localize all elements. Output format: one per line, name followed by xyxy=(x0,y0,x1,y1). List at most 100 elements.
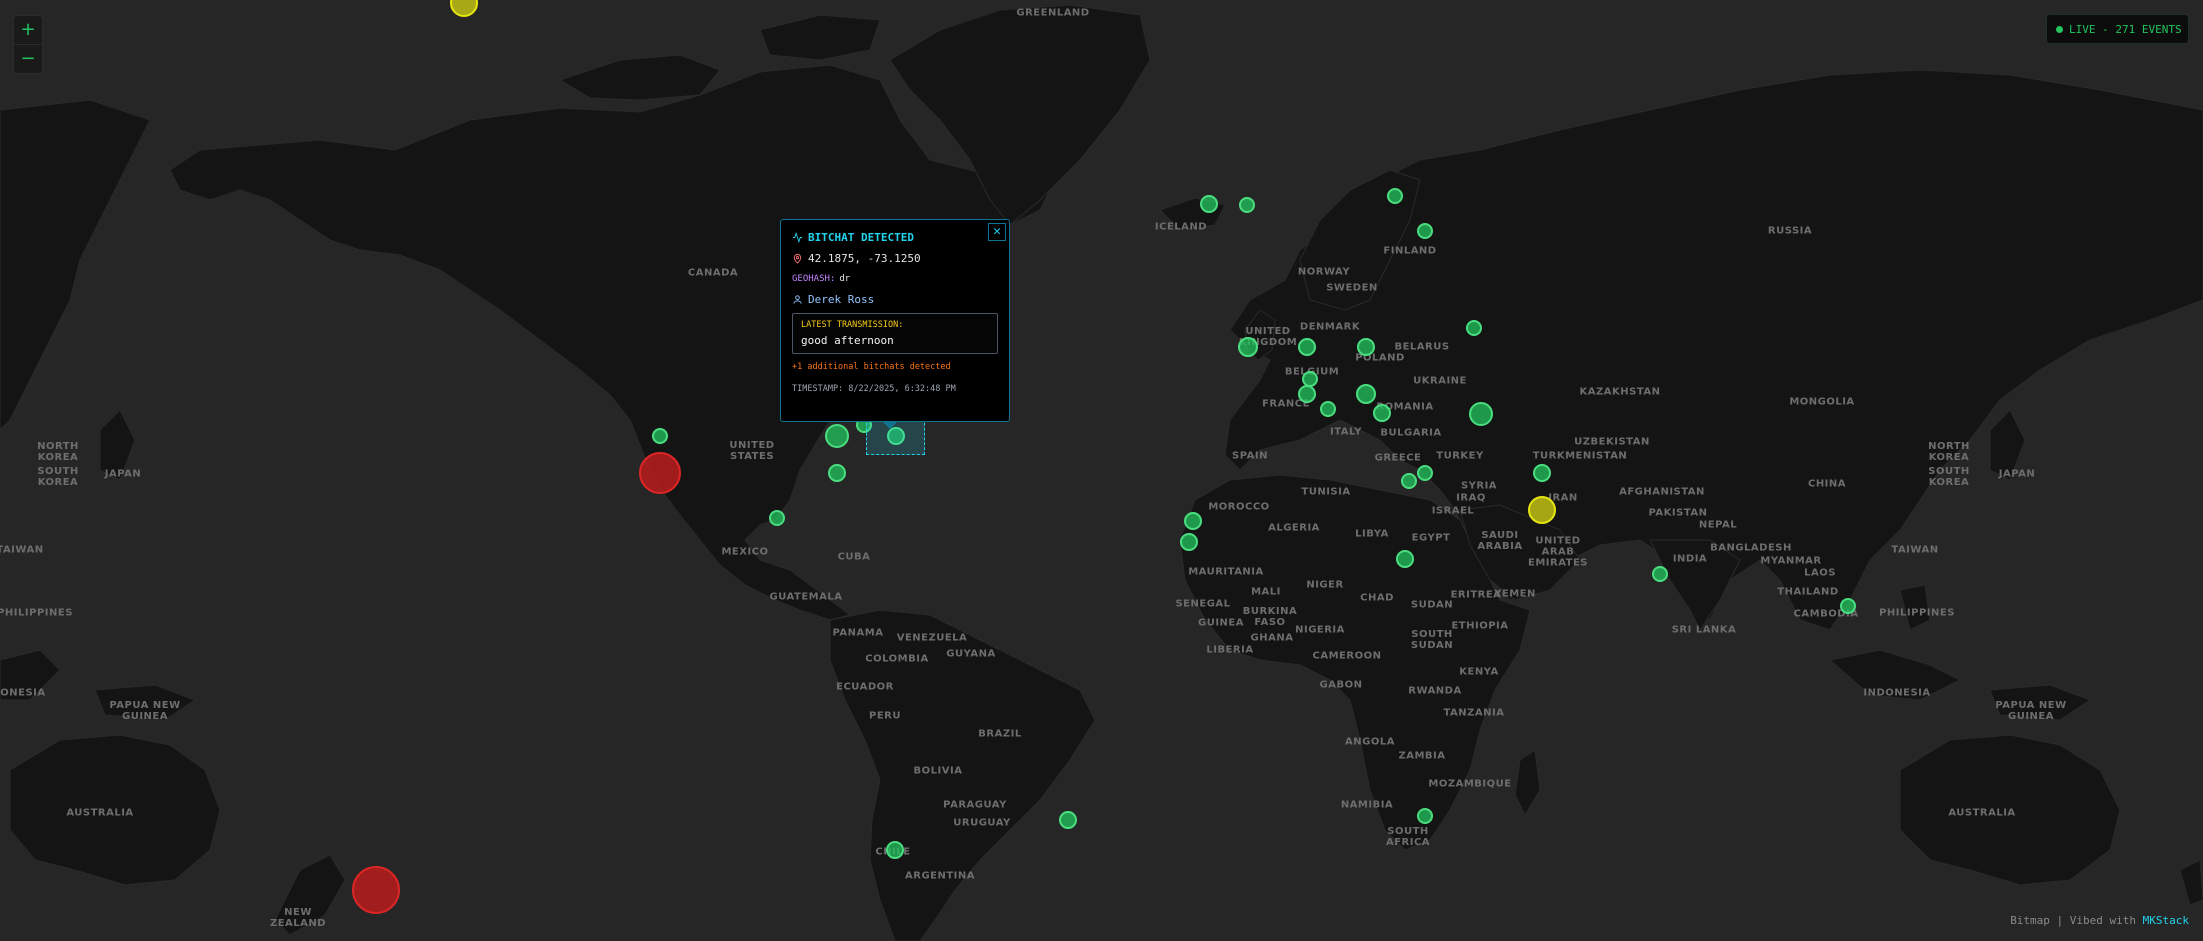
event-marker-green[interactable] xyxy=(825,424,849,448)
country-label: PERU xyxy=(869,710,901,722)
event-marker-green[interactable] xyxy=(1357,338,1375,356)
event-marker-green[interactable] xyxy=(1184,512,1202,530)
country-label: NIGER xyxy=(1306,579,1344,591)
event-marker-green[interactable] xyxy=(1396,550,1414,568)
country-label: CHINA xyxy=(1807,478,1847,490)
event-marker-green[interactable] xyxy=(1387,188,1403,204)
event-marker-green[interactable] xyxy=(1533,464,1551,482)
country-label: ERITREA xyxy=(1450,589,1502,601)
event-marker-green[interactable] xyxy=(652,428,668,444)
country-label: CHAD xyxy=(1360,592,1394,604)
country-label: EGYPT xyxy=(1411,532,1451,544)
event-marker-green[interactable] xyxy=(1417,808,1433,824)
country-label: URUGUAY xyxy=(953,817,1011,829)
country-label: SOUTH AFRICA xyxy=(1385,826,1431,848)
country-label: TURKMENISTAN xyxy=(1532,450,1628,462)
country-label: INDONESIA xyxy=(0,687,46,699)
event-marker-green[interactable] xyxy=(1840,598,1856,614)
event-marker-green[interactable] xyxy=(1180,533,1198,551)
country-label: LAOS xyxy=(1804,567,1836,579)
country-label: PHILIPPINES xyxy=(1879,607,1955,619)
country-label: NORTH KOREA xyxy=(37,441,79,463)
event-marker-green[interactable] xyxy=(1320,401,1336,417)
event-marker-green[interactable] xyxy=(769,510,785,526)
transmission-box: LATEST TRANSMISSION: good afternoon xyxy=(792,313,998,354)
country-label: INDIA xyxy=(1672,553,1708,565)
event-marker-green[interactable] xyxy=(828,464,846,482)
zoom-out-button[interactable]: − xyxy=(13,44,43,74)
country-label: NAMIBIA xyxy=(1340,799,1394,811)
country-label: NIGERIA xyxy=(1295,624,1345,636)
country-label: SOUTH KOREA xyxy=(37,466,79,488)
activity-icon xyxy=(792,232,803,243)
world-map[interactable]: GREENLAND ICELAND CANADA UNITED STATES MEXICO… xyxy=(0,0,2203,941)
country-label: THAILAND xyxy=(1777,586,1839,598)
event-marker-green[interactable] xyxy=(1466,320,1482,336)
country-label: SOUTH KOREA xyxy=(1928,466,1970,488)
country-label: IRAQ xyxy=(1456,492,1486,504)
country-label: GUINEA xyxy=(1198,617,1244,629)
popup-username[interactable]: Derek Ross xyxy=(808,293,874,306)
country-label: LIBERIA xyxy=(1206,644,1254,656)
country-label: DENMARK xyxy=(1299,321,1361,333)
country-label: GREECE xyxy=(1374,452,1422,464)
zoom-in-button[interactable]: + xyxy=(13,15,43,45)
country-label: NORWAY xyxy=(1297,266,1351,278)
event-marker-green[interactable] xyxy=(886,841,904,859)
popup-geohash-row: GEOHASH: dr xyxy=(792,274,998,284)
transmission-message: good afternoon xyxy=(801,334,894,347)
additional-count: +1 additional bitchats detected xyxy=(792,362,951,372)
event-marker-green[interactable] xyxy=(1417,223,1433,239)
event-marker-green[interactable] xyxy=(1652,566,1668,582)
close-icon[interactable]: ✕ xyxy=(988,223,1006,241)
mkstack-link[interactable]: MKStack xyxy=(2143,914,2189,927)
country-label: AUSTRALIA xyxy=(1948,807,2016,819)
event-marker-red[interactable] xyxy=(639,452,681,494)
country-label: SYRIA xyxy=(1460,480,1498,492)
country-label: PANAMA xyxy=(832,627,884,639)
event-marker-yellow[interactable] xyxy=(1528,496,1556,524)
country-label: NORTH KOREA xyxy=(1928,441,1970,463)
event-marker-green[interactable] xyxy=(1417,465,1433,481)
map-pin-icon xyxy=(793,253,802,264)
event-marker-green[interactable] xyxy=(1059,811,1077,829)
live-indicator-dot xyxy=(2056,25,2063,33)
popup-timestamp: TIMESTAMP: 8/22/2025, 6:32:48 PM xyxy=(792,384,956,394)
popup-coords-row: 42.1875, -73.1250 xyxy=(792,252,998,265)
country-label: AFGHANISTAN xyxy=(1619,486,1705,498)
country-label: ETHIOPIA xyxy=(1451,620,1509,632)
bitchat-popup: ✕ BITCHAT DETECTED 42.1875, -73.1250 GEO… xyxy=(780,219,1010,422)
event-marker-green[interactable] xyxy=(1469,402,1493,426)
geohash-value: dr xyxy=(839,274,851,284)
country-label: GREENLAND xyxy=(1016,7,1090,19)
country-label: RUSSIA xyxy=(1767,225,1813,237)
country-label: GUYANA xyxy=(946,648,996,660)
country-label: PARAGUAY xyxy=(943,799,1007,811)
country-label: MEXICO xyxy=(721,546,769,558)
country-label: PAKISTAN xyxy=(1648,507,1708,519)
event-marker-green[interactable] xyxy=(1200,195,1218,213)
country-label: GABON xyxy=(1319,679,1363,691)
country-label: SRI LANKA xyxy=(1671,624,1737,636)
event-marker-green[interactable] xyxy=(1356,384,1376,404)
country-label: TANZANIA xyxy=(1443,707,1505,719)
event-marker-red[interactable] xyxy=(352,866,400,914)
event-marker-green[interactable] xyxy=(1298,385,1316,403)
country-label: MOROCCO xyxy=(1208,501,1270,513)
country-label: CANADA xyxy=(687,267,739,279)
country-label: ARGENTINA xyxy=(905,870,975,882)
country-label: PAPUA NEW GUINEA xyxy=(1995,700,2067,722)
live-events-badge: LIVE - 271 EVENTS xyxy=(2046,14,2189,44)
event-marker-green[interactable] xyxy=(1298,338,1316,356)
country-label: SUDAN xyxy=(1410,599,1454,611)
event-marker-green[interactable] xyxy=(1239,197,1255,213)
event-marker-green[interactable] xyxy=(1238,337,1258,357)
country-label: TUNISIA xyxy=(1301,486,1351,498)
event-marker-green[interactable] xyxy=(1401,473,1417,489)
event-marker-green[interactable] xyxy=(1373,404,1391,422)
footer-credit: Bitmap | Vibed with MKStack xyxy=(2010,914,2189,927)
country-label: PHILIPPINES xyxy=(0,607,73,619)
popup-pointer xyxy=(882,421,898,429)
country-label: BRAZIL xyxy=(978,728,1022,740)
country-label: FINLAND xyxy=(1383,245,1437,257)
